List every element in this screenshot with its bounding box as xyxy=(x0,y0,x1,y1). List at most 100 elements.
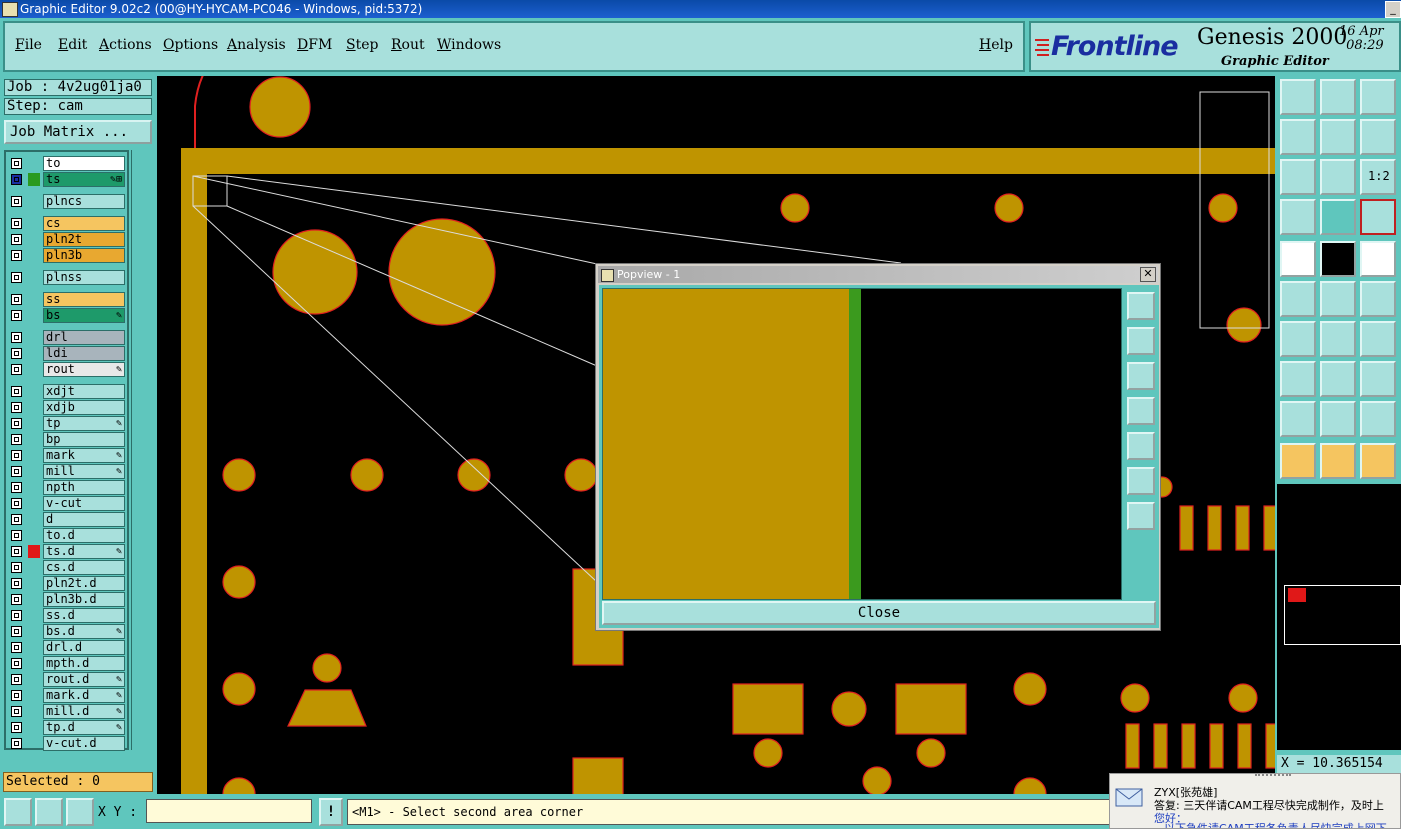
pad-icon[interactable] xyxy=(1280,361,1316,397)
layer-name[interactable]: xdjb xyxy=(43,400,125,415)
overview-map[interactable] xyxy=(1284,585,1401,645)
menu-dfm[interactable]: DFM xyxy=(297,37,332,53)
triangle-select-icon[interactable] xyxy=(1320,401,1356,437)
layer-checkbox[interactable] xyxy=(11,610,22,621)
layer-name[interactable]: plncs xyxy=(43,194,125,209)
layer-name[interactable]: pln3b xyxy=(43,248,125,263)
layer-name[interactable]: rout.d ✎ xyxy=(43,672,125,687)
layer-checkbox[interactable] xyxy=(11,402,22,413)
layer-checkbox[interactable] xyxy=(11,738,22,749)
layer-checkbox[interactable] xyxy=(11,450,22,461)
layer-name[interactable]: mill ✎ xyxy=(43,464,125,479)
pan-up-icon[interactable] xyxy=(1280,79,1316,115)
xy-input[interactable] xyxy=(146,799,312,823)
pointer-frame-icon[interactable] xyxy=(1360,443,1396,479)
layer-name[interactable]: ss xyxy=(43,292,125,307)
chat-notification[interactable]: ZYX[张苑雄] 答复: 三天伴请CAM工程尽快完成制作，及时上 您好： 以下急… xyxy=(1109,773,1401,829)
layer-checkbox[interactable] xyxy=(11,514,22,525)
settings-icon[interactable] xyxy=(1280,199,1316,235)
layer-checkbox[interactable] xyxy=(11,578,22,589)
pan-right-icon[interactable] xyxy=(1320,119,1356,155)
edit-line-icon[interactable] xyxy=(1320,321,1356,357)
zoom-one-to-one-icon[interactable]: 1:2 xyxy=(1360,159,1396,195)
layer-checkbox[interactable] xyxy=(11,466,22,477)
layer-checkbox[interactable] xyxy=(11,158,22,169)
grid-icon[interactable] xyxy=(1320,199,1356,235)
layer-checkbox[interactable] xyxy=(11,386,22,397)
pan-down-icon[interactable] xyxy=(1320,79,1356,115)
layer-checkbox[interactable] xyxy=(11,348,22,359)
layer-checkbox[interactable] xyxy=(11,626,22,637)
layer-checkbox[interactable] xyxy=(11,706,22,717)
dimension-icon[interactable] xyxy=(1360,361,1396,397)
line-icon[interactable] xyxy=(1320,361,1356,397)
layer-checkbox[interactable] xyxy=(11,332,22,343)
layer-checkbox[interactable] xyxy=(11,722,22,733)
menu-actions[interactable]: Actions xyxy=(99,37,152,53)
warning-button[interactable]: ! xyxy=(319,798,343,826)
menu-analysis[interactable]: Analysis xyxy=(227,37,286,53)
rotate-icon[interactable] xyxy=(1360,321,1396,357)
pan-left-icon[interactable] xyxy=(1127,397,1155,425)
layer-name[interactable]: tp.d ✎ xyxy=(43,720,125,735)
menu-step[interactable]: Step xyxy=(346,37,378,53)
layer-checkbox[interactable] xyxy=(11,562,22,573)
layer-checkbox[interactable] xyxy=(11,658,22,669)
undo-view-icon[interactable] xyxy=(1360,119,1396,155)
pan-down-icon[interactable] xyxy=(1127,362,1155,390)
menu-windows[interactable]: Windows xyxy=(437,37,501,53)
layer-name[interactable]: mark.d ✎ xyxy=(43,688,125,703)
layer-name[interactable]: tp ✎ xyxy=(43,416,125,431)
zoom-area-icon[interactable] xyxy=(1127,292,1155,320)
layer-name[interactable]: mill.d ✎ xyxy=(43,704,125,719)
layer-name[interactable]: rout ✎ xyxy=(43,362,125,377)
menu-options[interactable]: Options xyxy=(163,37,218,53)
window-control-button[interactable]: _ xyxy=(1385,1,1401,18)
layer-checkbox[interactable] xyxy=(11,234,22,245)
layer-name[interactable]: bs ✎ xyxy=(43,308,125,323)
layer-name[interactable]: ts ✎⊞ xyxy=(43,172,125,187)
layer-name[interactable]: to xyxy=(43,156,125,171)
layer-name[interactable]: cs.d xyxy=(43,560,125,575)
notification-grip[interactable] xyxy=(1255,774,1291,780)
zoom-center-icon[interactable] xyxy=(1320,159,1356,195)
layer-checkbox[interactable] xyxy=(11,674,22,685)
layer-checkbox[interactable] xyxy=(11,364,22,375)
triangle-icon[interactable] xyxy=(1280,401,1316,437)
layer-name[interactable]: pln2t.d xyxy=(43,576,125,591)
layer-checkbox[interactable] xyxy=(11,690,22,701)
layer-name[interactable]: cs xyxy=(43,216,125,231)
layer-checkbox[interactable] xyxy=(11,294,22,305)
layer-name[interactable]: to.d xyxy=(43,528,125,543)
menu-edit[interactable]: Edit xyxy=(58,37,87,53)
triangle-frame-icon[interactable] xyxy=(1360,401,1396,437)
draw-line-icon[interactable] xyxy=(1280,321,1316,357)
cross-icon[interactable] xyxy=(1320,281,1356,317)
layer-name[interactable]: drl.d xyxy=(43,640,125,655)
grid-snap-icon[interactable] xyxy=(66,798,94,826)
layer-list-scrollbar[interactable] xyxy=(131,150,154,750)
popview-close-button[interactable]: Close xyxy=(602,601,1156,625)
link-icon[interactable] xyxy=(1360,281,1396,317)
layer-checkbox[interactable] xyxy=(11,434,22,445)
layer-name[interactable]: d xyxy=(43,512,125,527)
measure-icon[interactable] xyxy=(1280,241,1316,277)
pan-right-icon[interactable] xyxy=(1127,432,1155,460)
menu-rout[interactable]: Rout xyxy=(391,37,425,53)
layer-name[interactable]: mpth.d xyxy=(43,656,125,671)
layer-name[interactable]: bp xyxy=(43,432,125,447)
layer-checkbox[interactable] xyxy=(11,218,22,229)
pan-up-icon[interactable] xyxy=(1127,327,1155,355)
measure-tool-icon[interactable] xyxy=(35,798,63,826)
layer-name[interactable]: mark ✎ xyxy=(43,448,125,463)
layer-name[interactable]: plnss xyxy=(43,270,125,285)
select-area-icon[interactable] xyxy=(1320,241,1356,277)
layer-name[interactable]: pln2t xyxy=(43,232,125,247)
zoom-icon[interactable] xyxy=(4,798,32,826)
ruler-icon[interactable] xyxy=(1360,241,1396,277)
menu-file[interactable]: File xyxy=(15,37,42,53)
layer-name[interactable]: ss.d xyxy=(43,608,125,623)
graphic-canvas[interactable]: Popview - 1 ✕ Close xyxy=(157,76,1275,794)
popview-title-bar[interactable]: Popview - 1 ✕ xyxy=(598,266,1158,283)
layer-checkbox[interactable] xyxy=(11,272,22,283)
